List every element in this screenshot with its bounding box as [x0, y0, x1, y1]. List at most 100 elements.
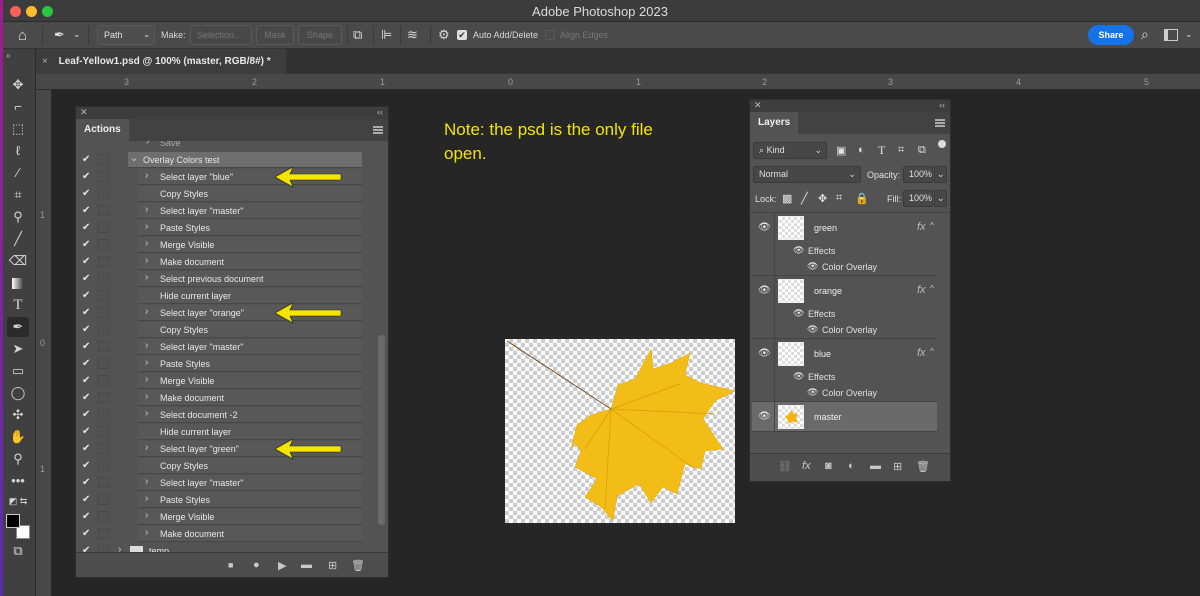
dialog-toggle[interactable] — [98, 409, 109, 420]
screen-mode-icon[interactable]: ⧉ — [7, 541, 29, 561]
layer-row[interactable]: 👁 orange fx ^ 👁 Effects 👁 Color Overlay — [752, 276, 937, 339]
action-row[interactable]: ✔ › Select document -2 — [76, 407, 374, 424]
filter-type-icon[interactable]: T — [878, 143, 885, 158]
check-icon[interactable]: ✔ — [82, 256, 90, 267]
expand-chevron-icon[interactable]: › — [145, 442, 148, 453]
path-operations-icon[interactable]: ⧉ — [353, 28, 362, 41]
filter-pixel-icon[interactable]: ▣ — [836, 144, 846, 157]
dialog-toggle[interactable] — [98, 426, 109, 437]
layer-row[interactable]: 👁 master — [752, 402, 937, 432]
effects-visibility-eye-icon[interactable]: 👁 — [793, 245, 804, 256]
lock-position-icon[interactable]: ✥ — [818, 192, 827, 205]
path-arrangement-icon[interactable]: ≋ — [407, 28, 418, 41]
check-icon[interactable]: ✔ — [82, 443, 90, 454]
actions-scrollbar[interactable] — [378, 335, 385, 525]
visibility-eye-icon[interactable]: 👁 — [758, 348, 771, 359]
check-icon[interactable]: ✔ — [82, 358, 90, 369]
auto-add-delete-checkbox[interactable]: ✔ — [457, 30, 467, 40]
new-action-icon[interactable]: ⊞ — [328, 559, 337, 572]
layer-effects-icon[interactable]: fx — [917, 284, 926, 296]
visibility-eye-icon[interactable]: 👁 — [758, 285, 771, 296]
dialog-toggle[interactable] — [98, 290, 109, 301]
link-layers-icon[interactable]: ⛓ — [778, 460, 792, 473]
dialog-toggle[interactable] — [98, 341, 109, 352]
dialog-toggle[interactable] — [98, 256, 109, 267]
check-icon[interactable]: ✔ — [82, 290, 90, 301]
artboard-tool-icon[interactable]: ⌐ — [7, 97, 29, 117]
color-overlay-visibility-eye-icon[interactable]: 👁 — [807, 387, 818, 398]
dialog-toggle[interactable] — [98, 392, 109, 403]
action-row[interactable]: ✔ › Make document — [76, 526, 374, 543]
trash-icon[interactable]: 🗑 — [351, 559, 365, 572]
opacity-dropdown[interactable]: ⌄ — [934, 166, 947, 183]
tab-actions[interactable]: Actions — [76, 119, 129, 141]
new-layer-icon[interactable]: ⊞ — [893, 460, 902, 473]
expand-chevron-icon[interactable]: › — [145, 272, 148, 283]
lock-artboard-icon[interactable]: ⌗ — [836, 192, 842, 205]
dialog-toggle[interactable] — [98, 528, 109, 539]
gradient-tool-icon[interactable] — [7, 273, 29, 293]
document-tab[interactable]: × Leaf-Yellow1.psd @ 100% (master, RGB/8… — [36, 49, 286, 74]
dialog-toggle[interactable] — [98, 222, 109, 233]
share-button[interactable]: Share — [1088, 25, 1134, 45]
check-icon[interactable]: ✔ — [82, 392, 90, 403]
path-mode-select[interactable]: Path ⌄ — [97, 25, 155, 45]
expand-chevron-icon[interactable]: › — [145, 340, 148, 351]
new-adjustment-layer-icon[interactable]: ◐ — [848, 460, 855, 472]
check-icon[interactable]: ✔ — [82, 188, 90, 199]
check-icon[interactable]: ✔ — [82, 477, 90, 488]
dialog-toggle[interactable] — [98, 511, 109, 522]
check-icon[interactable]: ✔ — [82, 375, 90, 386]
dialog-toggle[interactable] — [98, 239, 109, 250]
action-row[interactable]: ✔ Copy Styles — [76, 322, 374, 339]
dialog-toggle[interactable] — [98, 205, 109, 216]
make-mask-button[interactable]: Mask — [256, 25, 294, 45]
dialog-toggle[interactable] — [98, 154, 109, 165]
layer-effects-icon[interactable]: fx — [917, 221, 926, 233]
action-row[interactable]: › Save — [76, 141, 374, 152]
check-icon[interactable]: ✔ — [82, 341, 90, 352]
action-row[interactable]: ✔ › Paste Styles — [76, 356, 374, 373]
marquee-tool-icon[interactable]: ⬚ — [7, 119, 29, 139]
expand-chevron-icon[interactable]: › — [145, 493, 148, 504]
layer-row[interactable]: 👁 blue fx ^ 👁 Effects 👁 Color Overlay — [752, 339, 937, 402]
filter-smart-object-icon[interactable]: ⧉ — [918, 144, 926, 157]
color-overlay-visibility-eye-icon[interactable]: 👁 — [807, 324, 818, 335]
expand-chevron-icon[interactable]: › — [145, 527, 148, 538]
ellipse-tool-icon[interactable]: ◯ — [7, 383, 29, 403]
check-icon[interactable]: ✔ — [82, 222, 90, 233]
lock-pixels-brush-icon[interactable]: ╱ — [801, 192, 808, 205]
close-tab-icon[interactable]: × — [42, 56, 48, 67]
filter-shape-icon[interactable]: ⌗ — [898, 144, 904, 157]
pen-tool-preset-icon[interactable]: ✒ — [54, 28, 65, 41]
action-row[interactable]: ✔ › Make document — [76, 390, 374, 407]
check-icon[interactable]: ✔ — [82, 528, 90, 539]
path-alignment-icon[interactable]: ⊫ — [381, 28, 392, 41]
filter-adjustment-icon[interactable]: ◐ — [858, 144, 865, 156]
dialog-toggle[interactable] — [98, 477, 109, 488]
magic-wand-tool-icon[interactable]: ⁄ — [7, 163, 29, 183]
action-row[interactable]: ✔ › Select layer "master" — [76, 203, 374, 220]
lock-transparent-icon[interactable]: ▩ — [782, 192, 792, 205]
check-icon[interactable]: ✔ — [82, 324, 90, 335]
effects-visibility-eye-icon[interactable]: 👁 — [793, 308, 804, 319]
play-icon[interactable]: ▶ — [278, 559, 286, 572]
check-icon[interactable]: ✔ — [82, 494, 90, 505]
layer-row[interactable]: 👁 green fx ^ 👁 Effects 👁 Color Overlay — [752, 213, 937, 276]
dialog-toggle[interactable] — [98, 307, 109, 318]
dialog-toggle[interactable] — [98, 375, 109, 386]
close-panel-icon[interactable]: ✕ — [754, 100, 762, 111]
opacity-input[interactable]: 100% — [903, 166, 933, 183]
brush-tool-icon[interactable]: ╱ — [7, 229, 29, 249]
action-row[interactable]: ✔ › Select previous document — [76, 271, 374, 288]
filter-kind-select[interactable]: ⌕ Kind ⌄ — [753, 142, 827, 159]
add-layer-style-icon[interactable]: fx — [802, 460, 811, 472]
action-row[interactable]: ✔ Copy Styles — [76, 458, 374, 475]
expand-chevron-icon[interactable]: › — [145, 476, 148, 487]
dialog-toggle[interactable] — [98, 494, 109, 505]
hand-tool-icon[interactable]: ✋ — [7, 427, 29, 447]
check-icon[interactable]: ✔ — [82, 511, 90, 522]
new-group-icon[interactable]: ▬ — [870, 460, 881, 472]
expand-toolbar-icon[interactable]: » — [6, 51, 10, 60]
dialog-toggle[interactable] — [98, 443, 109, 454]
